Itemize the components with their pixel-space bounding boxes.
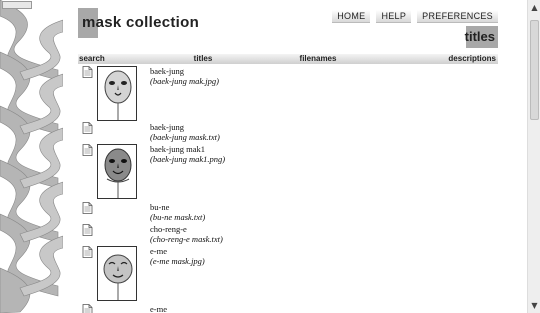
tab-descriptions[interactable]: descriptions <box>418 53 498 64</box>
result-filename: (bu-ne mask.txt) <box>150 212 206 222</box>
mask-image <box>104 148 132 198</box>
list-item[interactable]: bu-ne (bu-ne mask.txt) <box>78 202 518 224</box>
list-item[interactable]: e-me (e-me mask.jpg) <box>78 246 518 304</box>
scroll-thumb[interactable] <box>530 20 539 120</box>
document-icon[interactable] <box>82 304 93 313</box>
result-title[interactable]: baek-jung <box>150 66 184 76</box>
braid-pattern <box>0 0 63 313</box>
result-filename: (baek-jung mak1.png) <box>150 154 226 164</box>
document-icon[interactable] <box>82 202 93 214</box>
document-icon[interactable] <box>82 144 93 156</box>
list-item[interactable]: e-me <box>78 304 518 313</box>
preferences-button[interactable]: PREFERENCES <box>417 10 498 23</box>
mask-thumbnail[interactable] <box>97 144 137 199</box>
tab-titles[interactable]: titles <box>128 53 278 64</box>
mask-thumbnail[interactable] <box>97 246 137 301</box>
current-view-title: titles <box>464 29 495 44</box>
scroll-up-icon[interactable]: ▲ <box>528 2 540 13</box>
tab-filenames[interactable]: filenames <box>278 53 358 64</box>
document-icon[interactable] <box>82 66 93 78</box>
home-button[interactable]: HOME <box>332 10 371 23</box>
list-item[interactable]: baek-jung (baek-jung mak.jpg) <box>78 66 518 124</box>
document-icon[interactable] <box>82 246 93 258</box>
vertical-scrollbar[interactable]: ▲ ▼ <box>527 0 540 313</box>
help-button[interactable]: HELP <box>376 10 412 23</box>
result-filename: (baek-jung mak.jpg) <box>150 76 219 86</box>
result-filename: (cho-reng-e mask.txt) <box>150 234 223 244</box>
mask-image <box>103 254 133 300</box>
list-item[interactable]: baek-jung mak1 (baek-jung mak1.png) <box>78 144 518 202</box>
document-icon[interactable] <box>82 224 93 236</box>
window-control-icon[interactable] <box>2 1 32 9</box>
scroll-down-icon[interactable]: ▼ <box>528 300 540 311</box>
result-title[interactable]: baek-jung mak1 <box>150 144 205 154</box>
result-title[interactable]: e-me <box>150 304 167 313</box>
mask-image <box>104 70 132 120</box>
result-filename: (e-me mask.jpg) <box>150 256 205 266</box>
top-navigation: HOME HELP PREFERENCES <box>332 10 498 23</box>
tab-spacer <box>358 53 418 64</box>
browse-tabs: search titles filenames descriptions <box>78 53 498 64</box>
list-item[interactable]: baek-jung (baek-jung mask.txt) <box>78 122 518 144</box>
decorative-sidebar <box>0 0 63 313</box>
result-title[interactable]: baek-jung <box>150 122 184 132</box>
result-title[interactable]: bu-ne <box>150 202 169 212</box>
tab-search[interactable]: search <box>78 53 128 64</box>
result-title[interactable]: e-me <box>150 246 167 256</box>
list-item[interactable]: cho-reng-e (cho-reng-e mask.txt) <box>78 224 518 246</box>
mask-thumbnail[interactable] <box>97 66 137 121</box>
page-header: mask collection HOME HELP PREFERENCES ti… <box>78 8 498 58</box>
results-list: baek-jung (baek-jung mak.jpg) baek-jung … <box>78 66 518 313</box>
result-title[interactable]: cho-reng-e <box>150 224 187 234</box>
page-title: mask collection <box>82 14 200 31</box>
result-filename: (baek-jung mask.txt) <box>150 132 220 142</box>
document-icon[interactable] <box>82 122 93 134</box>
